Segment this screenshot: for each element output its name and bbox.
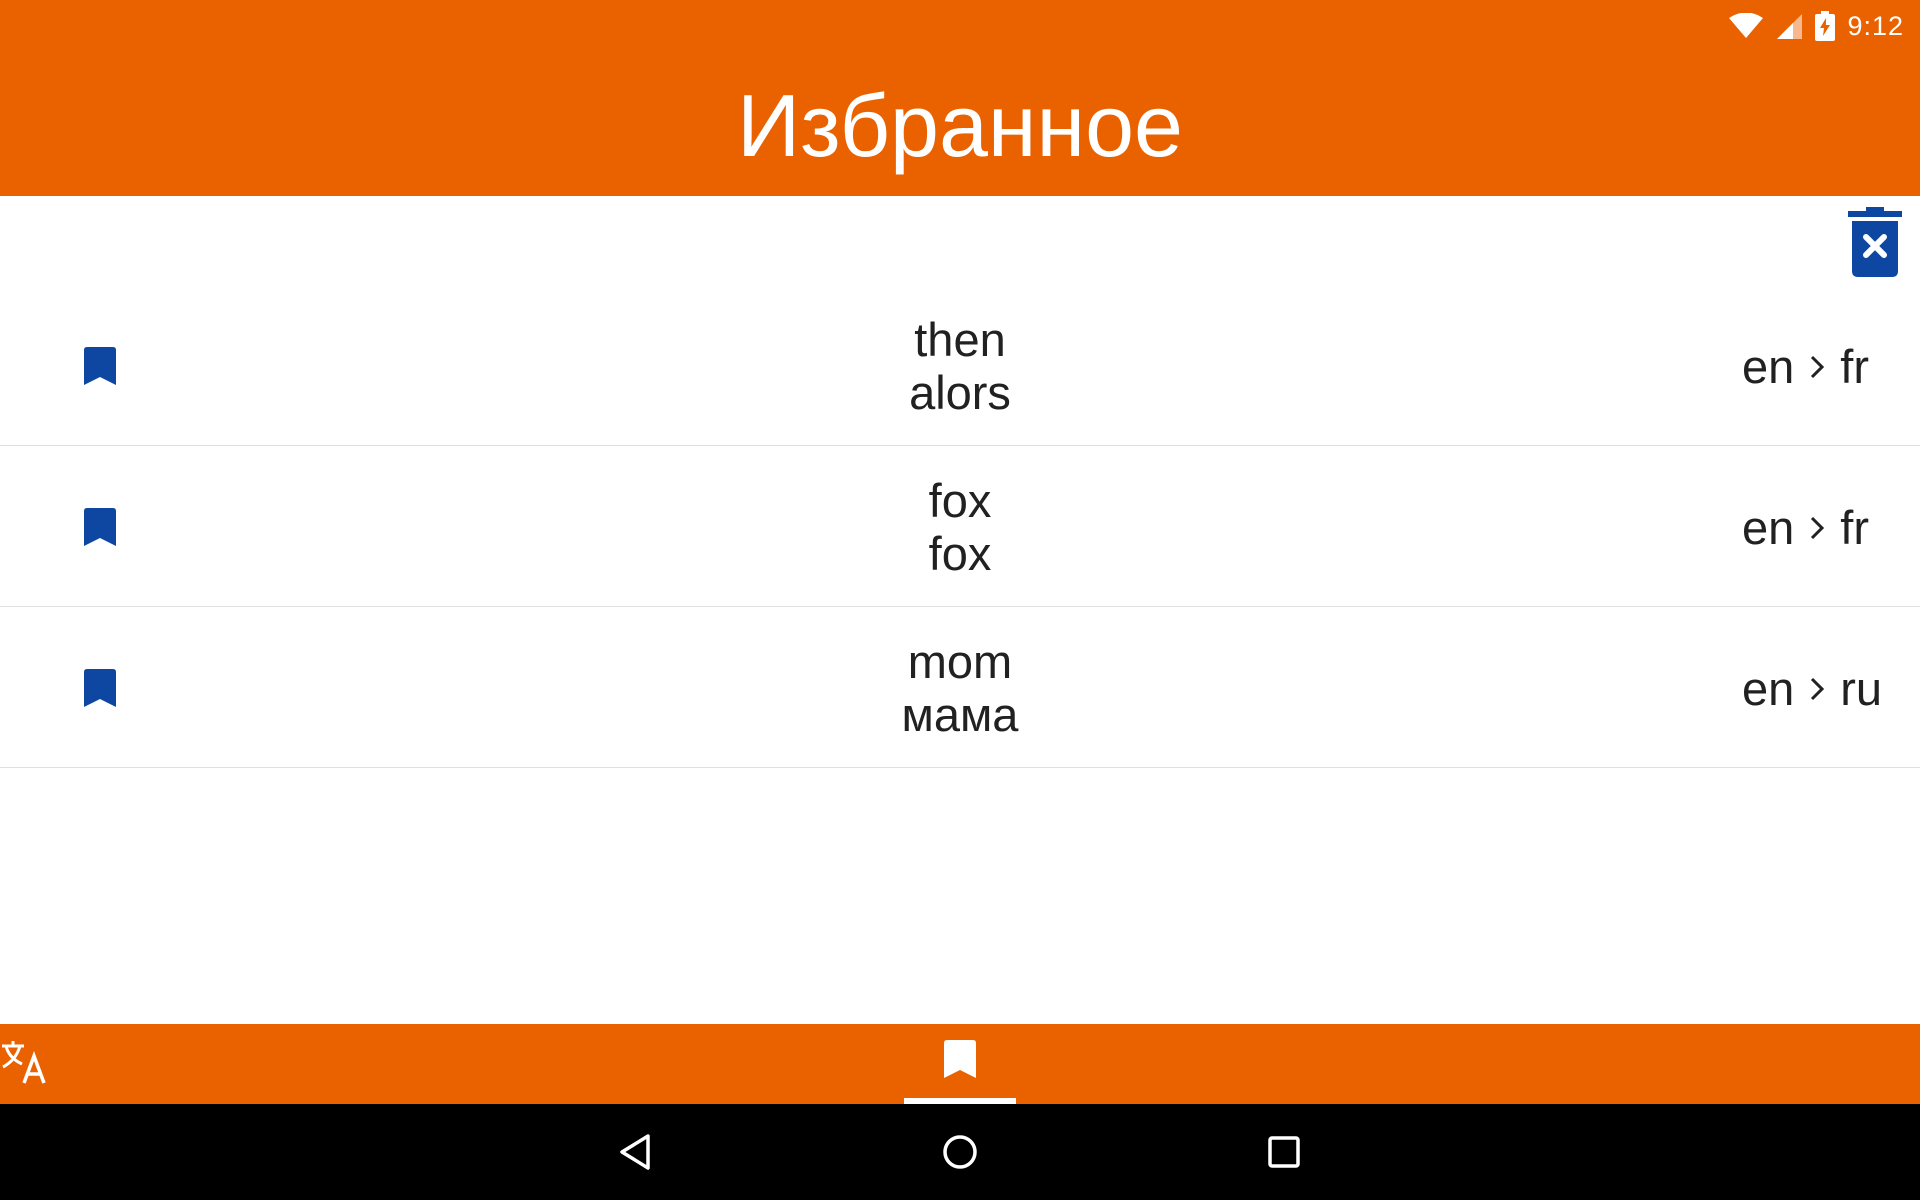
translated-word: fox	[928, 527, 992, 580]
chevron-right-icon	[1811, 677, 1825, 701]
word-pair: then alors	[0, 313, 1920, 419]
bottom-navigation	[0, 1024, 1920, 1104]
target-language: ru	[1840, 662, 1883, 715]
source-language: en	[1742, 662, 1795, 715]
source-language: en	[1742, 340, 1795, 393]
source-word: then	[914, 313, 1006, 366]
recents-icon[interactable]	[1264, 1132, 1304, 1172]
favorites-list: then alors en fr fox fox en fr mom мама	[0, 285, 1920, 768]
chevron-right-icon	[1811, 355, 1825, 379]
delete-forever-icon	[1848, 207, 1902, 277]
home-icon[interactable]	[940, 1132, 980, 1172]
status-bar: 9:12	[1729, 8, 1904, 44]
translate-icon	[2, 1041, 46, 1084]
system-navigation-bar	[0, 1104, 1920, 1200]
language-pair: en fr	[1742, 498, 1869, 558]
list-item[interactable]: mom мама en ru	[0, 607, 1920, 768]
list-item[interactable]: then alors en fr	[0, 285, 1920, 446]
language-pair: en ru	[1742, 659, 1882, 719]
source-word: fox	[928, 474, 992, 527]
page-title: Избранное	[737, 76, 1183, 175]
target-language: fr	[1840, 340, 1869, 393]
status-time: 9:12	[1847, 10, 1904, 41]
translated-word: мама	[901, 688, 1019, 741]
app-bar: 9:12 Избранное	[0, 0, 1920, 196]
wifi-icon	[1729, 13, 1764, 38]
chevron-right-icon	[1811, 516, 1825, 540]
translated-word: alors	[909, 366, 1011, 419]
word-pair: fox fox	[0, 474, 1920, 580]
signal-icon	[1777, 14, 1803, 39]
back-icon[interactable]	[616, 1132, 656, 1172]
word-pair: mom мама	[0, 635, 1920, 741]
battery-charging-icon	[1815, 11, 1836, 41]
tab-favorites[interactable]	[904, 1024, 1016, 1104]
source-word: mom	[907, 635, 1013, 688]
language-pair: en fr	[1742, 337, 1869, 397]
list-item[interactable]: fox fox en fr	[0, 446, 1920, 607]
tab-translate[interactable]	[0, 1038, 52, 1090]
clear-favorites-button[interactable]	[1848, 206, 1902, 278]
bookmark-icon	[944, 1040, 976, 1078]
source-language: en	[1742, 501, 1795, 554]
target-language: fr	[1840, 501, 1869, 554]
